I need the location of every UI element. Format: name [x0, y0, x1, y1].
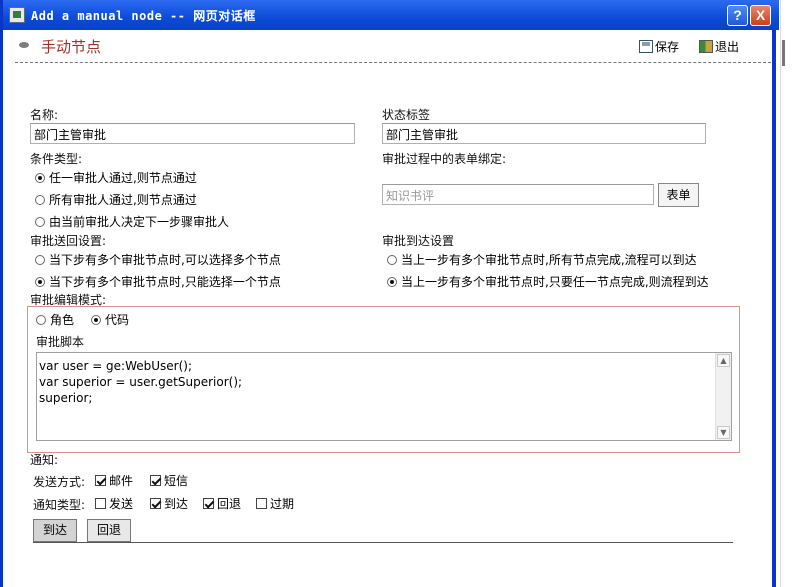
goto-settings-label: 审批送回设置:	[30, 234, 107, 248]
name-label: 名称:	[30, 108, 59, 122]
condition-option-decide[interactable]: 由当前审批人决定下一步骤审批人	[35, 213, 229, 230]
send-sms-checkbox[interactable]: 短信	[150, 472, 188, 489]
send-email-checkbox[interactable]: 邮件	[95, 472, 133, 489]
save-icon	[639, 40, 653, 53]
radio[interactable]	[387, 255, 397, 265]
radio[interactable]	[387, 277, 397, 287]
exit-label: 退出	[715, 40, 740, 54]
radio[interactable]	[35, 195, 45, 205]
status-field[interactable]: 部门主管审批	[382, 123, 706, 144]
header-divider	[15, 62, 771, 63]
radio[interactable]	[35, 255, 45, 265]
form-binding-label: 审批过程中的表单绑定:	[382, 152, 507, 166]
scroll-down-icon[interactable]: ▼	[717, 426, 730, 439]
mode-option-role[interactable]: 角色	[36, 311, 74, 328]
name-field[interactable]: 部门主管审批	[30, 123, 355, 144]
notify-title: 通知:	[30, 453, 59, 467]
arrive-option-any[interactable]: 当上一步有多个审批节点时,只要任一节点完成,则流程到达	[387, 273, 709, 290]
help-button[interactable]: ?	[727, 5, 748, 26]
dialog-window: Add a manual node -- 网页对话框 ? X 手动节点 保存 退…	[0, 0, 779, 587]
arrive-option-all[interactable]: 当上一步有多个审批节点时,所有节点完成,流程可以到达	[387, 251, 697, 268]
app-icon	[9, 7, 25, 23]
notify-expire-checkbox[interactable]: 过期	[256, 495, 294, 512]
notify-arrive-checkbox[interactable]: 到达	[150, 495, 188, 512]
condition-label: 条件类型:	[30, 152, 83, 166]
exit-icon	[699, 40, 713, 53]
radio[interactable]	[35, 173, 45, 183]
checkbox[interactable]	[150, 498, 161, 509]
form-select-button[interactable]: 表单	[658, 183, 699, 207]
notify-tabs: 到达 回退	[33, 519, 733, 543]
save-button[interactable]: 保存	[639, 38, 679, 55]
status-label: 状态标签	[382, 108, 431, 122]
checkbox[interactable]	[95, 475, 106, 486]
notify-send-checkbox[interactable]: 发送	[95, 495, 133, 512]
notify-return-checkbox[interactable]: 回退	[203, 495, 241, 512]
form-binding-field[interactable]: 知识书评	[382, 184, 654, 205]
radio[interactable]	[91, 315, 101, 325]
radio[interactable]	[35, 217, 45, 227]
window-title: Add a manual node -- 网页对话框	[31, 9, 256, 23]
mode-option-code[interactable]: 代码	[91, 311, 129, 328]
scroll-up-icon[interactable]: ▲	[717, 354, 730, 367]
script-scrollbar[interactable]: ▲ ▼	[715, 353, 731, 440]
gutter-mark	[782, 40, 785, 66]
title-bar[interactable]: Add a manual node -- 网页对话框 ? X	[3, 0, 779, 30]
checkbox[interactable]	[150, 475, 161, 486]
checkbox[interactable]	[203, 498, 214, 509]
goto-option-single[interactable]: 当下步有多个审批节点时,只能选择一个节点	[35, 273, 281, 290]
condition-option-all[interactable]: 所有审批人通过,则节点通过	[35, 191, 197, 208]
checkbox[interactable]	[256, 498, 267, 509]
goto-option-multiple[interactable]: 当下步有多个审批节点时,可以选择多个节点	[35, 251, 281, 268]
exit-button[interactable]: 退出	[699, 38, 739, 55]
script-code: var user = ge:WebUser(); var superior = u…	[39, 359, 243, 405]
checkbox[interactable]	[95, 498, 106, 509]
radio[interactable]	[35, 277, 45, 287]
right-gutter	[780, 0, 803, 587]
notify-type-label: 通知类型:	[33, 498, 86, 512]
tab-return[interactable]: 回退	[87, 519, 131, 542]
page-header: 手动节点 保存 退出	[15, 34, 775, 58]
page-title: 手动节点	[41, 38, 102, 56]
close-button[interactable]: X	[750, 5, 771, 26]
send-method-label: 发送方式:	[33, 475, 86, 489]
radio[interactable]	[36, 315, 46, 325]
script-textarea[interactable]: var user = ge:WebUser(); var superior = u…	[36, 352, 732, 441]
bullet-icon	[19, 42, 29, 48]
script-label: 审批脚本	[36, 335, 85, 349]
save-label: 保存	[655, 40, 680, 54]
condition-option-any[interactable]: 任一审批人通过,则节点通过	[35, 169, 197, 186]
tab-arrive[interactable]: 到达	[33, 519, 77, 542]
arrive-settings-label: 审批到达设置	[382, 234, 455, 248]
